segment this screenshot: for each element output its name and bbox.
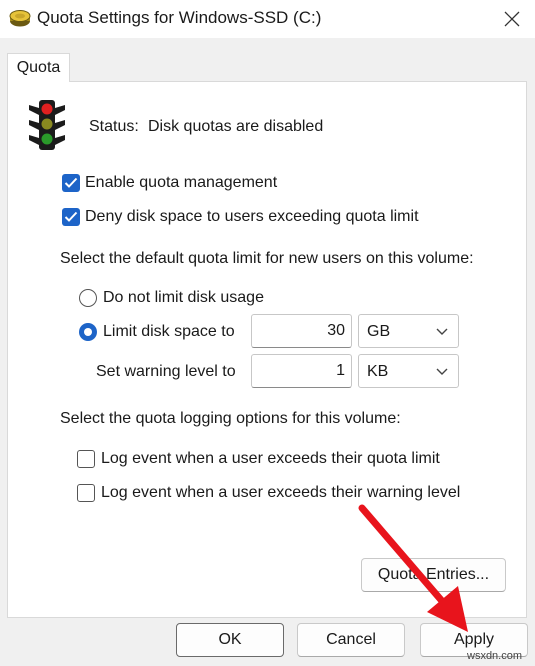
no-limit-radio[interactable] [79,289,97,307]
default-limit-heading: Select the default quota limit for new u… [60,250,474,267]
quota-entries-button[interactable]: Quota Entries... [361,558,506,592]
limit-unit-select[interactable]: GB [358,314,459,348]
traffic-light-icon [29,100,65,150]
chevron-down-icon [436,368,448,375]
cancel-button[interactable]: Cancel [297,623,405,657]
disk-drive-icon [9,10,31,27]
log-warning-checkbox[interactable] [77,484,95,502]
deny-space-label: Deny disk space to users exceeding quota… [85,208,419,225]
limit-space-radio[interactable] [79,323,97,341]
no-limit-label: Do not limit disk usage [103,289,264,306]
window-title: Quota Settings for Windows-SSD (C:) [37,8,322,27]
enable-quota-label: Enable quota management [85,174,278,191]
status-label: Status: [89,118,139,135]
dialog-body: Quota Status: Disk quotas are disabled E… [0,38,535,666]
warning-unit-value: KB [367,363,389,380]
deny-space-checkbox[interactable] [62,208,80,226]
chevron-down-icon [436,328,448,335]
limit-space-label: Limit disk space to [103,323,235,340]
limit-value-input[interactable]: 30 [251,314,352,348]
close-button[interactable] [489,0,535,38]
watermark: wsxdn.com [467,650,523,662]
checkmark-icon [64,211,78,222]
log-limit-label: Log event when a user exceeds their quot… [101,450,440,467]
limit-unit-value: GB [367,323,391,340]
log-warning-label: Log event when a user exceeds their warn… [101,484,461,501]
tab-quota[interactable]: Quota [7,53,70,82]
enable-quota-checkbox[interactable] [62,174,80,192]
status-value: Disk quotas are disabled [148,118,324,135]
checkmark-icon [64,177,78,188]
log-limit-checkbox[interactable] [77,450,95,468]
logging-heading: Select the quota logging options for thi… [60,410,401,427]
warning-value-input[interactable]: 1 [251,354,352,388]
title-bar: Quota Settings for Windows-SSD (C:) [0,0,535,38]
warning-unit-select[interactable]: KB [358,354,459,388]
warning-level-label: Set warning level to [96,363,236,380]
quota-panel: Status: Disk quotas are disabled Enable … [7,81,527,618]
close-icon [504,11,520,27]
ok-button[interactable]: OK [176,623,284,657]
